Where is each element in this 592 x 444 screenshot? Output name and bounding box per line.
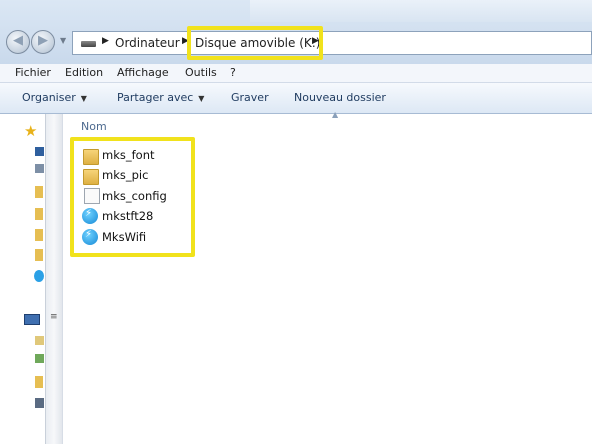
folder-icon[interactable]	[35, 208, 43, 220]
menu-affichage[interactable]: Affichage	[117, 66, 169, 79]
menu-fichier[interactable]: Fichier	[15, 66, 51, 79]
share-button[interactable]: Partager avec ▼	[117, 91, 204, 104]
favorites-star-icon[interactable]: ★	[24, 122, 37, 140]
forward-button[interactable]: ▶	[31, 30, 55, 54]
downloads-icon[interactable]	[35, 164, 44, 173]
back-button[interactable]: ◀	[6, 30, 30, 54]
folder-icon[interactable]	[35, 229, 43, 241]
organize-button[interactable]: Organiser ▼	[22, 91, 87, 104]
drive-icon[interactable]	[35, 336, 44, 345]
address-highlight-box	[187, 26, 323, 60]
grip-icon[interactable]: ≡	[50, 312, 58, 322]
menu-help[interactable]: ?	[230, 66, 236, 79]
menu-outils[interactable]: Outils	[185, 66, 217, 79]
address-bar-area: ◀ ▶ ▼ ▶ Ordinateur ▶ Disque amovible (K:…	[0, 0, 592, 65]
chevron-down-icon: ▼	[80, 94, 87, 103]
recent-pages-dropdown-icon[interactable]: ▼	[60, 36, 66, 45]
share-label: Partager avec	[117, 91, 194, 104]
removable-drive-icon	[81, 41, 96, 47]
command-bar: Organiser ▼ Partager avec ▼ Graver Nouveau…	[0, 83, 592, 114]
sort-caret-icon: ▲	[332, 110, 339, 119]
menu-bar: Fichier Edition Affichage Outils ?	[0, 64, 592, 83]
usb-drive-icon[interactable]	[35, 398, 44, 408]
desktop-icon[interactable]	[35, 147, 44, 156]
organize-label: Organiser	[22, 91, 76, 104]
app-icon[interactable]	[34, 270, 44, 282]
background-window	[250, 0, 592, 22]
menu-edition[interactable]: Edition	[65, 66, 103, 79]
folder-icon[interactable]	[35, 249, 43, 261]
burn-button[interactable]: Graver	[231, 91, 269, 104]
network-drive-icon[interactable]	[35, 354, 44, 363]
computer-icon[interactable]	[24, 314, 40, 325]
pane-splitter[interactable]	[45, 114, 62, 444]
new-folder-button[interactable]: Nouveau dossier	[294, 91, 386, 104]
back-arrow-icon: ◀	[13, 33, 23, 48]
forward-arrow-icon: ▶	[38, 33, 48, 48]
address-field[interactable]: ▶ Ordinateur ▶ Disque amovible (K:) ▶	[72, 31, 592, 55]
breadcrumb-arrow-icon[interactable]: ▶	[102, 36, 109, 46]
files-highlight-box	[70, 137, 195, 257]
column-header-name[interactable]: Nom	[81, 120, 107, 133]
folder-icon[interactable]	[35, 186, 43, 198]
folder-icon[interactable]	[35, 376, 43, 388]
breadcrumb-ordinateur[interactable]: Ordinateur	[115, 36, 180, 50]
chevron-down-icon: ▼	[198, 94, 205, 103]
